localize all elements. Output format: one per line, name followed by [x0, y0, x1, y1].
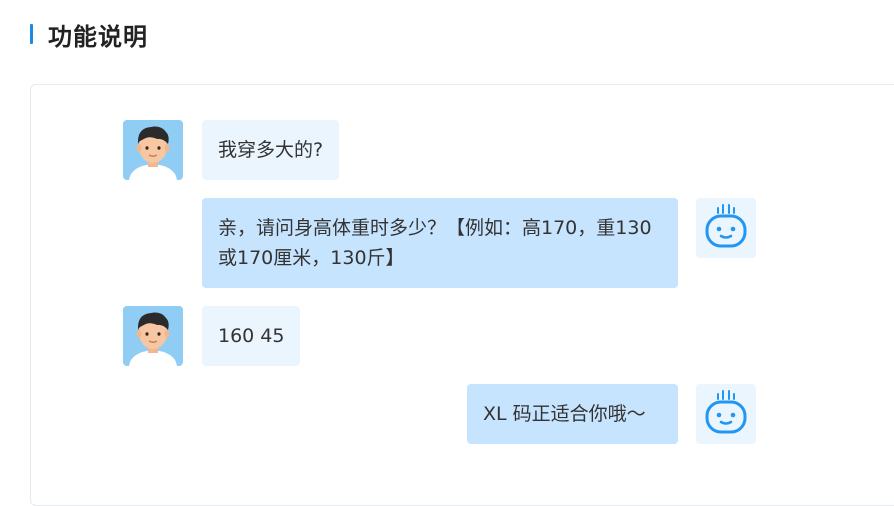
chat-message-bot: 亲，请问身高体重时多少？【例如：高170，重130 或170厘米，130斤】	[202, 198, 756, 288]
chat-bubble-bot: 亲，请问身高体重时多少？【例如：高170，重130 或170厘米，130斤】	[202, 198, 678, 288]
page-title: 功能说明	[48, 22, 148, 51]
chat-message-user: 160 45	[123, 306, 301, 366]
chat-bubble-bot: XL 码正适合你哦～	[467, 384, 678, 444]
chat-message-bot: XL 码正适合你哦～	[467, 384, 756, 444]
chat-bubble-user: 160 45	[202, 306, 301, 366]
chat-message-user: 我穿多大的?	[123, 120, 340, 180]
title-accent-bar	[30, 24, 33, 44]
robot-avatar-icon	[696, 384, 756, 444]
user-avatar-icon	[123, 120, 183, 180]
robot-avatar-icon	[696, 198, 756, 258]
chat-panel: 我穿多大的? 亲，请问身高体重时多少？【例如：高170，重130 或170厘米，…	[30, 84, 894, 506]
chat-bubble-user: 我穿多大的?	[202, 120, 340, 180]
user-avatar-icon	[123, 306, 183, 366]
section-header: 功能说明	[30, 19, 148, 51]
